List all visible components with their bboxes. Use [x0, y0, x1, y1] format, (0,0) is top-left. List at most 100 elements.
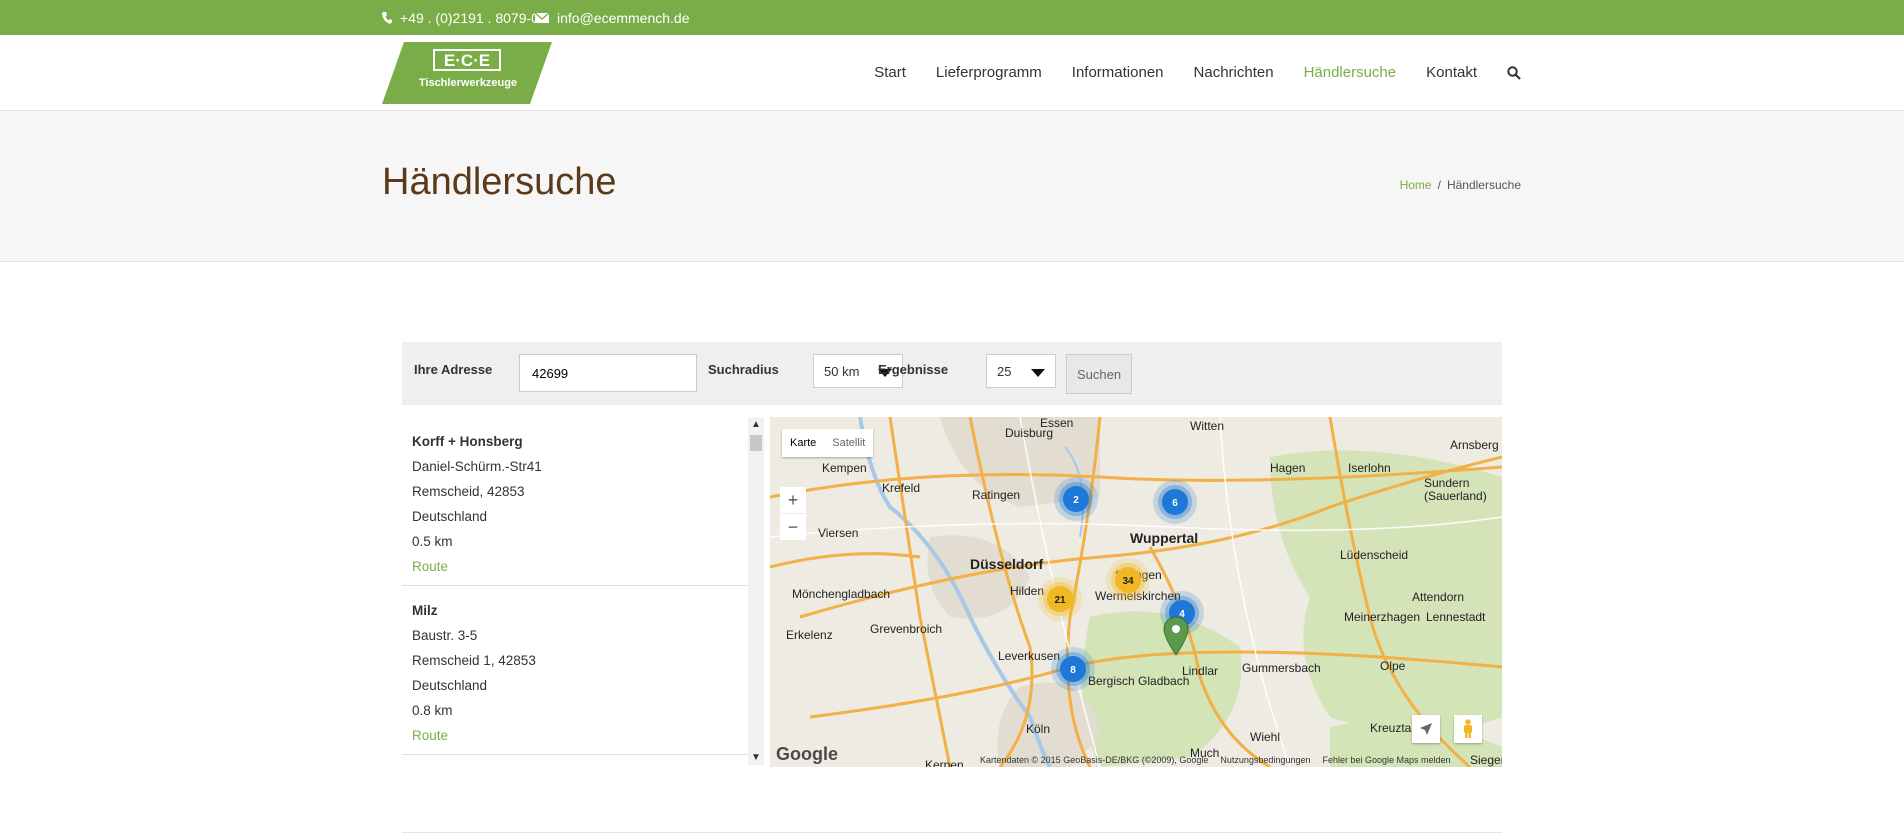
dealer-name: Milz [412, 603, 438, 618]
dealer-city: Remscheid, 42853 [412, 484, 525, 499]
nav-haendlersuche[interactable]: Händlersuche [1304, 64, 1397, 81]
cluster-count: 6 [1172, 498, 1178, 509]
breadcrumb-home[interactable]: Home [1400, 178, 1432, 192]
map-city-label: Erkelenz [786, 628, 833, 642]
map-city-label: Ratingen [972, 488, 1020, 502]
dropdown-arrow-icon [1031, 369, 1045, 377]
zoom-in-button[interactable]: + [780, 487, 806, 513]
nav-kontakt[interactable]: Kontakt [1426, 64, 1477, 81]
nav-nachrichten[interactable]: Nachrichten [1194, 64, 1274, 81]
envelope-icon [535, 12, 549, 23]
my-location-button[interactable] [1412, 715, 1440, 743]
dealer-list: Korff + Honsberg Daniel-Schürm.-Str41 Re… [402, 417, 748, 765]
map-city-label: Mönchengladbach [792, 587, 890, 601]
results-select[interactable]: 25 [986, 354, 1056, 388]
phone-number: +49 . (0)2191 . 8079-0 [400, 9, 539, 26]
cluster-count: 21 [1054, 595, 1066, 606]
search-icon[interactable] [1507, 65, 1521, 80]
map-city-label: Leverkusen [998, 649, 1060, 663]
phone-icon [382, 11, 392, 24]
map-attribution: Kartendaten © 2015 GeoBasis-DE/BKG (©200… [980, 755, 1209, 765]
pegman-icon [1464, 719, 1472, 738]
dealer-street: Baustr. 3-5 [412, 628, 478, 643]
map-city-label: Kerpen [925, 758, 964, 767]
search-form: Ihre Adresse Suchradius 50 km Ergebnisse… [402, 342, 1502, 405]
map-city-label: Kreuztal [1370, 721, 1414, 735]
logo-tagline: Tischlerwerkzeuge [419, 77, 517, 89]
map-city-label: Düsseldorf [970, 556, 1043, 572]
map-city-label: Kempen [822, 461, 867, 475]
route-link[interactable]: Route [412, 723, 738, 748]
cluster-count: 2 [1073, 495, 1079, 506]
nav-start[interactable]: Start [874, 64, 906, 81]
map-city-label: Wuppertal [1130, 530, 1198, 546]
cluster-count: 8 [1070, 665, 1076, 676]
dealer-distance: 0.8 km [412, 703, 453, 718]
map-city-label: Duisburg [1005, 426, 1053, 440]
map-city-label: Meinerzhagen [1344, 610, 1420, 624]
main-nav: Start Lieferprogramm Informationen Nachr… [844, 35, 1521, 110]
logo-mark: E·C·E [444, 51, 490, 70]
map-city-label: Iserlohn [1348, 461, 1391, 475]
phone-contact: +49 . (0)2191 . 8079-0 [382, 0, 539, 35]
nav-informationen[interactable]: Informationen [1072, 64, 1164, 81]
map-city-label: Attendorn [1412, 590, 1464, 604]
dealer-country: Deutschland [412, 509, 488, 524]
email-address[interactable]: info@ecemmench.de [557, 10, 690, 26]
street-view-button[interactable] [1454, 715, 1482, 743]
dealer-distance: 0.5 km [412, 534, 453, 549]
marker-cluster[interactable]: 21 [1038, 577, 1082, 621]
list-item: Milz Baustr. 3-5 Remscheid 1, 42853 Deut… [402, 586, 748, 755]
radius-label: Suchradius [708, 362, 779, 377]
breadcrumb: Home / Händlersuche [1400, 178, 1521, 192]
dealer-name: Korff + Honsberg [412, 434, 523, 449]
scroll-down-icon[interactable]: ▼ [751, 752, 761, 763]
map-type-satellite[interactable]: Satellit [824, 437, 873, 449]
map-footer: Kartendaten © 2015 GeoBasis-DE/BKG (©200… [980, 753, 1502, 767]
map[interactable]: Essen Witten Duisburg Hagen Iserlohn Arnsberg… [770, 417, 1502, 767]
results-value: 25 [997, 363, 1012, 379]
report-error-link[interactable]: Fehler bei Google Maps melden [1322, 755, 1450, 765]
map-city-label: Arnsberg [1450, 438, 1499, 452]
map-city-label: Olpe [1380, 659, 1406, 673]
list-scrollbar[interactable]: ▲ ▼ [748, 417, 764, 765]
map-city-label: Sundern [1424, 476, 1469, 490]
map-city-label: Lennestadt [1426, 610, 1486, 624]
nav-lieferprogramm[interactable]: Lieferprogramm [936, 64, 1042, 81]
marker-cluster[interactable]: 34 [1106, 558, 1150, 602]
terms-link[interactable]: Nutzungsbedingungen [1220, 755, 1310, 765]
marker-cluster[interactable]: 2 [1054, 477, 1098, 521]
map-city-label: Wiehl [1250, 730, 1280, 744]
marker-cluster[interactable]: 8 [1051, 647, 1095, 691]
scrollbar-thumb[interactable] [750, 435, 762, 451]
divider [402, 832, 1502, 833]
breadcrumb-current: Händlersuche [1446, 178, 1521, 192]
search-button[interactable]: Suchen [1066, 354, 1132, 394]
radius-value: 50 km [824, 363, 860, 379]
map-city-label: Lindlar [1182, 664, 1218, 678]
route-link[interactable]: Route [412, 554, 738, 579]
marker-cluster[interactable]: 6 [1153, 480, 1197, 524]
zoom-out-button[interactable]: − [780, 514, 806, 540]
dealer-country: Deutschland [412, 678, 488, 693]
map-city-label: Lüdenscheid [1340, 548, 1408, 562]
map-city-label: (Sauerland) [1424, 489, 1487, 503]
map-type-map[interactable]: Karte [782, 437, 824, 449]
breadcrumb-separator: / [1437, 178, 1441, 192]
address-label: Ihre Adresse [414, 362, 493, 377]
dealer-city: Remscheid 1, 42853 [412, 653, 536, 668]
map-city-label: Viersen [818, 526, 858, 540]
logo[interactable]: E·C·E Tischlerwerkzeuge [382, 42, 552, 104]
map-type-control: Karte Satellit [782, 429, 874, 457]
page-header: Händlersuche Home / Händlersuche [0, 111, 1904, 262]
list-item: Korff + Honsberg Daniel-Schürm.-Str41 Re… [402, 417, 748, 586]
page-title: Händlersuche [382, 161, 617, 203]
map-city-label: Köln [1026, 722, 1050, 736]
navigation-arrow-icon [1420, 723, 1432, 735]
map-city-label: Bergisch Gladbach [1088, 674, 1189, 688]
email-contact[interactable]: info@ecemmench.de [535, 0, 690, 35]
scroll-up-icon[interactable]: ▲ [751, 419, 761, 430]
map-city-label: Gummersbach [1242, 661, 1321, 675]
top-bar: +49 . (0)2191 . 8079-0 info@ecemmench.de [0, 0, 1904, 35]
address-input[interactable] [519, 354, 697, 392]
